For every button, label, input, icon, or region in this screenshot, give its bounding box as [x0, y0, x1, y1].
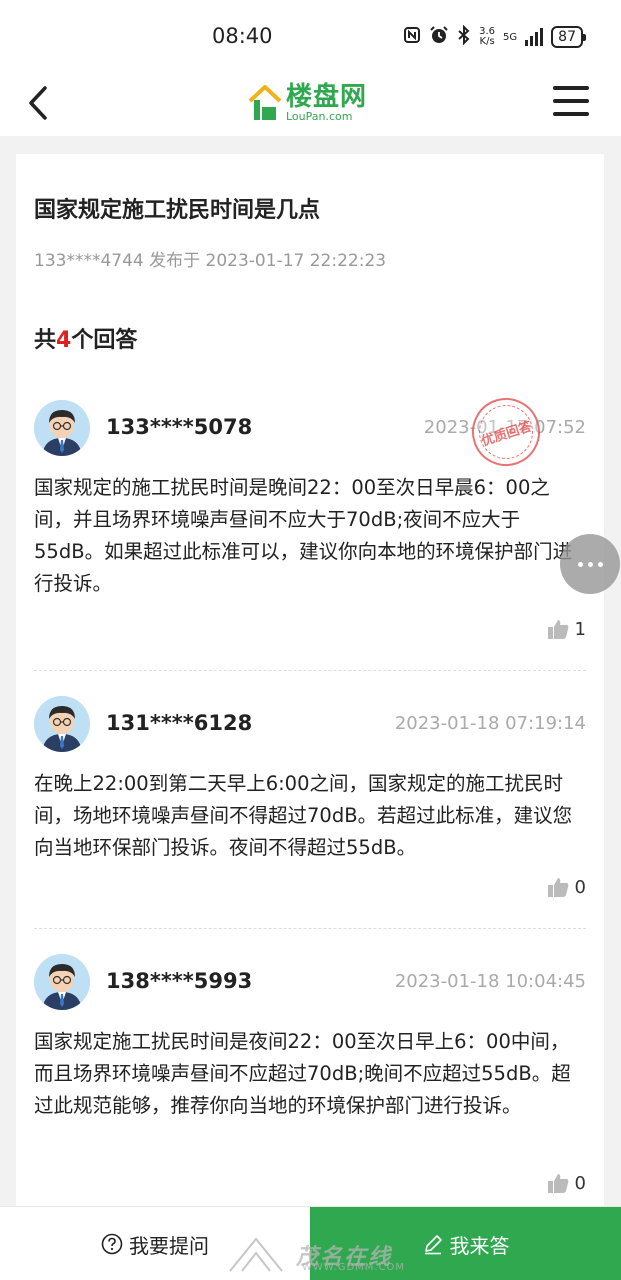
write-answer-label: 我来答	[449, 1233, 510, 1258]
like-button[interactable]: 1	[547, 618, 586, 640]
thumbs-up-icon	[547, 620, 568, 639]
divider	[34, 928, 586, 929]
chevron-left-icon	[29, 86, 47, 120]
answer-time: 2023-01-18 10:04:45	[394, 971, 586, 992]
like-button[interactable]: 0	[547, 876, 586, 898]
network-type: 5G	[503, 31, 518, 43]
answer-item: 131****6128 2023-01-18 07:19:14 在晚上22:00…	[34, 696, 586, 906]
answer-username: 131****6128	[106, 711, 253, 735]
ask-question-button[interactable]: 我要提问	[0, 1207, 310, 1280]
ask-question-label: 我要提问	[129, 1233, 209, 1258]
bottom-action-bar: 我要提问 我来答	[0, 1206, 621, 1280]
like-count: 0	[574, 1172, 586, 1194]
divider	[34, 670, 586, 671]
answer-count-suffix: 个回答	[71, 328, 138, 353]
loupan-logo[interactable]: 楼盘网 LouPan.com	[248, 80, 367, 126]
question-meta: 133****4744 发布于 2023-01-17 22:22:23	[34, 246, 386, 271]
house-logo-icon	[248, 85, 282, 120]
published-label: 发布于	[149, 251, 201, 271]
logo-text-cn: 楼盘网	[286, 82, 368, 112]
status-icons: 3.6 K/s 5G 87	[403, 23, 586, 51]
signal-icon	[525, 28, 544, 46]
answer-count-prefix: 共	[34, 328, 57, 353]
battery-icon: 87	[551, 26, 586, 48]
net-speed: 3.6 K/s	[479, 27, 495, 47]
answer-count: 共4个回答	[34, 322, 137, 354]
more-options-button[interactable]	[560, 534, 620, 594]
alarm-icon	[429, 25, 449, 49]
answer-time: 2023-01-18 07:19:14	[394, 713, 586, 734]
question-author: 133****4744	[34, 251, 144, 271]
net-speed-unit: K/s	[479, 36, 495, 47]
like-count: 1	[574, 618, 586, 640]
hamburger-menu-icon[interactable]	[553, 83, 589, 119]
thumbs-up-icon	[547, 1174, 568, 1193]
answer-content: 国家规定的施工扰民时间是晚间22：00至次日早晨6：00之间，并且场界环境噪声昼…	[34, 476, 573, 595]
answer-item: 138****5993 2023-01-18 10:04:45 国家规定施工扰民…	[34, 954, 586, 1204]
avatar[interactable]	[34, 400, 90, 456]
logo-text-en: LouPan.com	[286, 110, 353, 123]
answer-count-number: 4	[56, 328, 72, 353]
bluetooth-icon	[457, 24, 471, 49]
answer-content: 国家规定施工扰民时间是夜间22：00至次日早上6：00中间，而且场界环境噪声昼间…	[34, 1030, 571, 1117]
like-count: 0	[574, 876, 586, 898]
published-time: 2023-01-17 22:22:23	[205, 251, 387, 271]
answer-content: 在晚上22:00到第二天早上6:00之间，国家规定的施工扰民时间，场地环境噪声昼…	[34, 772, 573, 859]
like-button[interactable]: 0	[547, 1172, 586, 1194]
thumbs-up-icon	[547, 878, 568, 897]
status-bar: 08:40 3.6 K/s 5G 87	[0, 0, 621, 70]
battery-level: 87	[558, 29, 576, 45]
avatar[interactable]	[34, 696, 90, 752]
app-header: 楼盘网 LouPan.com	[0, 70, 621, 136]
answer-username: 133****5078	[106, 415, 253, 439]
question-title: 国家规定施工扰民时间是几点	[34, 198, 321, 223]
question-card: 国家规定施工扰民时间是几点 133****4744 发布于 2023-01-17…	[16, 154, 604, 1214]
write-answer-button[interactable]: 我来答	[310, 1207, 621, 1280]
status-time: 08:40	[212, 24, 273, 48]
nfc-icon	[403, 26, 421, 48]
answer-username: 138****5993	[106, 969, 253, 993]
avatar[interactable]	[34, 954, 90, 1010]
back-button[interactable]	[18, 78, 58, 128]
question-circle-icon	[101, 1233, 123, 1255]
pencil-icon	[424, 1235, 442, 1255]
